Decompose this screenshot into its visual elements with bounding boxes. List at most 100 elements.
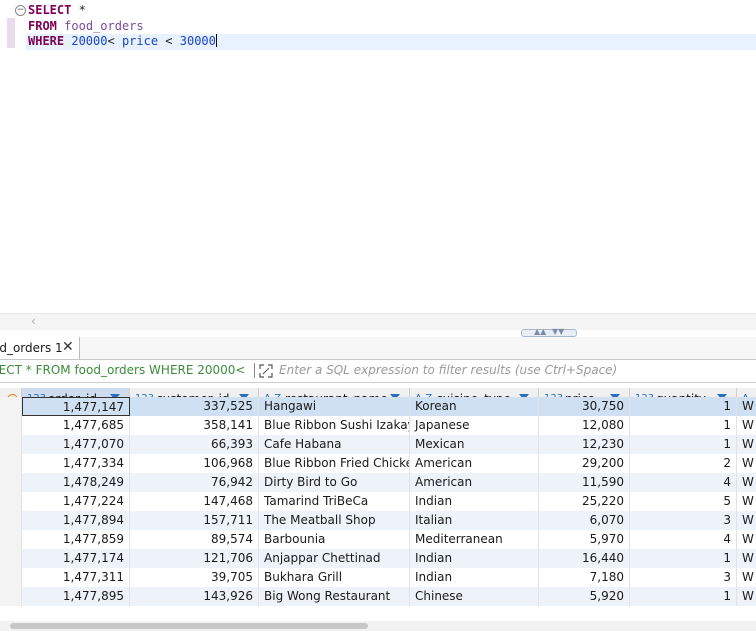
row-header[interactable]	[0, 530, 22, 549]
table-cell[interactable]: The Meatball Shop	[259, 511, 410, 530]
table-cell[interactable]: 1	[630, 587, 737, 606]
table-cell[interactable]: Italian	[410, 511, 539, 530]
row-header[interactable]	[0, 473, 22, 492]
code-line[interactable]: WHERE 20000< price < 30000	[26, 34, 756, 50]
table-row[interactable]: 1,477,070 66,393 Cafe Habana Mexican 12,230 1…	[0, 435, 756, 454]
table-cell[interactable]: 106,968	[130, 454, 259, 473]
code-line[interactable]: SELECT *	[28, 3, 756, 19]
table-cell[interactable]: Blue Ribbon Sushi Izakaya	[259, 416, 410, 435]
table-cell[interactable]: W	[737, 435, 756, 454]
table-cell[interactable]: Indian	[410, 549, 539, 568]
table-cell[interactable]: Japanese	[410, 416, 539, 435]
row-header[interactable]	[0, 549, 22, 568]
row-header[interactable]	[0, 568, 22, 587]
table-cell[interactable]: 1,477,147	[22, 397, 130, 416]
table-row[interactable]: 1,477,224 147,468 Tamarind TriBeCa Indian 25…	[0, 492, 756, 511]
table-cell[interactable]: 2	[630, 454, 737, 473]
table-cell[interactable]: 121,706	[130, 549, 259, 568]
table-cell[interactable]: 12,230	[539, 435, 630, 454]
row-header[interactable]	[0, 397, 22, 416]
table-cell[interactable]: 16,440	[539, 549, 630, 568]
table-cell[interactable]: W	[737, 530, 756, 549]
table-cell[interactable]: 1	[630, 416, 737, 435]
expand-icon[interactable]	[259, 364, 273, 378]
table-cell[interactable]: 30,750	[539, 397, 630, 416]
table-row[interactable]: 1,477,174 121,706 Anjappar Chettinad Indian…	[0, 549, 756, 568]
table-cell[interactable]: 39,705	[130, 568, 259, 587]
table-cell[interactable]: W	[737, 397, 756, 416]
table-cell[interactable]: Korean	[410, 397, 539, 416]
table-cell[interactable]: 89,574	[130, 530, 259, 549]
table-cell[interactable]: 1,477,070	[22, 435, 130, 454]
table-cell[interactable]: 1,477,224	[22, 492, 130, 511]
table-cell[interactable]: 337,525	[130, 397, 259, 416]
table-cell[interactable]: 358,141	[130, 416, 259, 435]
table-cell[interactable]: 1,477,334	[22, 454, 130, 473]
table-cell[interactable]: Anjappar Chettinad	[259, 549, 410, 568]
query-text[interactable]: LECT * FROM food_orders WHERE 20000< pri…	[0, 363, 250, 377]
table-cell[interactable]: Indian	[410, 492, 539, 511]
table-cell[interactable]: W	[737, 587, 756, 606]
table-cell[interactable]: 4	[630, 473, 737, 492]
table-cell[interactable]: 4	[630, 530, 737, 549]
table-cell[interactable]: W	[737, 492, 756, 511]
table-row[interactable]: 1,478,249 76,942 Dirty Bird to Go American 1…	[0, 473, 756, 492]
panel-splitter-handle[interactable]: ▲▲ ▼▼	[521, 327, 577, 337]
table-cell[interactable]: Bukhara Grill	[259, 568, 410, 587]
table-row[interactable]: 1,477,859 89,574 Barbounia Mediterranean 5,9…	[0, 530, 756, 549]
table-cell[interactable]: American	[410, 454, 539, 473]
table-row[interactable]: 1,477,147 337,525 Hangawi Korean 30,750 1 W	[0, 397, 756, 416]
table-row[interactable]: 1,477,895 143,926 Big Wong Restaurant Chine…	[0, 587, 756, 606]
table-cell[interactable]: Indian	[410, 568, 539, 587]
table-cell[interactable]: 66,393	[130, 435, 259, 454]
table-cell[interactable]: Chinese	[410, 587, 539, 606]
table-cell[interactable]: 1,477,859	[22, 530, 130, 549]
table-cell[interactable]: 11,590	[539, 473, 630, 492]
table-cell[interactable]: W	[737, 454, 756, 473]
table-cell[interactable]: Blue Ribbon Fried Chicken	[259, 454, 410, 473]
close-icon[interactable]: ✕	[62, 339, 74, 355]
row-header[interactable]	[0, 454, 22, 473]
table-cell[interactable]: 1,477,311	[22, 568, 130, 587]
scrollbar-thumb[interactable]	[10, 623, 368, 629]
row-header[interactable]	[0, 587, 22, 606]
editor-horizontal-scrollbar[interactable]: ‹	[0, 313, 756, 330]
code-line[interactable]: FROM food_orders	[28, 19, 756, 35]
table-cell[interactable]: Barbounia	[259, 530, 410, 549]
row-header[interactable]	[0, 416, 22, 435]
table-row[interactable]: 1,477,685 358,141 Blue Ribbon Sushi Izakay…	[0, 416, 756, 435]
table-cell[interactable]: 1,477,895	[22, 587, 130, 606]
row-header[interactable]	[0, 511, 22, 530]
table-cell[interactable]: 1,478,249	[22, 473, 130, 492]
table-cell[interactable]: 1,477,685	[22, 416, 130, 435]
table-cell[interactable]: 5	[630, 492, 737, 511]
minus-circle-icon[interactable]: −	[15, 5, 26, 16]
table-cell[interactable]: 157,711	[130, 511, 259, 530]
table-cell[interactable]: 76,942	[130, 473, 259, 492]
table-row[interactable]: 1,477,311 39,705 Bukhara Grill Indian 7,180 3…	[0, 568, 756, 587]
row-header[interactable]	[0, 492, 22, 511]
table-cell[interactable]: 12,080	[539, 416, 630, 435]
table-cell[interactable]: 1	[630, 397, 737, 416]
table-cell[interactable]: W	[737, 511, 756, 530]
table-cell[interactable]: Mediterranean	[410, 530, 539, 549]
table-cell[interactable]: 3	[630, 511, 737, 530]
table-cell[interactable]: 3	[630, 568, 737, 587]
table-cell[interactable]: 143,926	[130, 587, 259, 606]
grid-horizontal-scrollbar[interactable]	[0, 621, 756, 631]
table-cell[interactable]: 6,070	[539, 511, 630, 530]
table-cell[interactable]: W	[737, 568, 756, 587]
table-cell[interactable]: 147,468	[130, 492, 259, 511]
table-cell[interactable]: Dirty Bird to Go	[259, 473, 410, 492]
row-header[interactable]	[0, 435, 22, 454]
sql-code[interactable]: SELECT * FROM food_orders WHERE 20000< pri…	[26, 3, 756, 50]
table-cell[interactable]: 7,180	[539, 568, 630, 587]
table-cell[interactable]: 5,920	[539, 587, 630, 606]
table-cell[interactable]: W	[737, 416, 756, 435]
table-cell[interactable]: Hangawi	[259, 397, 410, 416]
tab-results[interactable]: od_orders 1 ✕	[0, 337, 80, 359]
table-cell[interactable]: American	[410, 473, 539, 492]
table-cell[interactable]: 25,220	[539, 492, 630, 511]
table-cell[interactable]: 29,200	[539, 454, 630, 473]
table-cell[interactable]: 1,477,174	[22, 549, 130, 568]
